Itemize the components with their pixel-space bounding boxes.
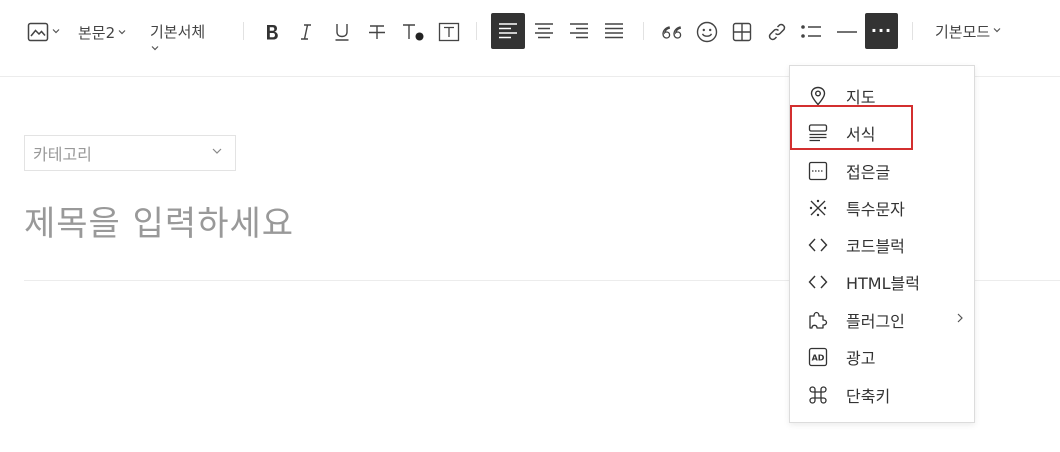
menu-item-html-block[interactable]: HTML블럭 <box>790 265 974 299</box>
chevron-down-icon <box>993 28 1001 33</box>
code-icon <box>808 238 828 252</box>
paragraph-style-label: 본문2 <box>78 23 116 42</box>
text-background-icon <box>438 22 460 42</box>
menu-item-map[interactable]: 지도 <box>790 79 974 113</box>
svg-text:AD: AD <box>812 354 825 363</box>
chevron-down-icon <box>118 30 126 35</box>
more-button[interactable]: ··· <box>865 13 898 49</box>
category-select[interactable]: 카테고리 <box>24 135 236 171</box>
quote-icon <box>662 26 682 39</box>
menu-item-code-block[interactable]: 코드블럭 <box>790 228 974 262</box>
smiley-icon <box>696 21 718 43</box>
bold-icon <box>267 25 278 40</box>
horizontal-line-icon <box>837 31 857 33</box>
align-center-icon <box>535 23 553 39</box>
menu-item-label: HTML블럭 <box>846 274 920 293</box>
font-family-label: 기본서체 <box>150 23 206 41</box>
italic-icon <box>301 24 311 40</box>
menu-item-special-char[interactable]: 특수문자 <box>790 191 974 225</box>
font-family-dropdown[interactable]: 기본서체 <box>150 20 220 60</box>
quote-button[interactable] <box>659 19 685 45</box>
chevron-right-icon <box>957 313 963 323</box>
align-justify-icon <box>605 23 623 39</box>
menu-item-label: 광고 <box>846 349 876 368</box>
menu-item-plugin[interactable]: 플러그인 <box>790 303 974 337</box>
toolbar-divider <box>912 22 913 40</box>
template-icon <box>808 124 828 142</box>
ad-icon: AD <box>808 347 828 367</box>
bold-button[interactable] <box>260 19 284 45</box>
menu-item-template[interactable]: 서식 <box>790 116 974 150</box>
image-icon <box>27 22 48 42</box>
toolbar-divider <box>643 22 644 40</box>
strikethrough-icon <box>369 25 385 39</box>
category-placeholder: 카테고리 <box>33 145 92 164</box>
menu-item-shortcut[interactable]: 단축키 <box>790 378 974 412</box>
title-input[interactable]: 제목을 입력하세요 <box>24 196 294 245</box>
link-icon <box>768 23 786 41</box>
command-icon <box>809 386 827 404</box>
menu-item-label: 코드블럭 <box>846 237 905 256</box>
align-left-icon <box>499 23 517 39</box>
chevron-down-icon <box>52 29 59 34</box>
text-color-button[interactable] <box>400 19 426 45</box>
menu-item-label: 단축키 <box>846 387 891 406</box>
list-button[interactable] <box>798 19 824 45</box>
text-background-button[interactable] <box>436 19 462 45</box>
mode-dropdown[interactable]: 기본모드 <box>935 19 1001 43</box>
menu-item-label: 서식 <box>846 125 876 144</box>
align-right-icon <box>570 23 588 39</box>
puzzle-icon <box>809 311 828 329</box>
toolbar-divider <box>243 22 244 40</box>
menu-item-ad[interactable]: AD 광고 <box>790 340 974 374</box>
chevron-down-icon <box>151 46 159 51</box>
bullet-list-icon <box>801 25 821 38</box>
align-right-button[interactable] <box>565 13 593 49</box>
more-menu: 지도 서식 접은글 특수문자 코드블럭 HTML블럭 플러그인 AD 광고 단축… <box>789 65 975 423</box>
menu-item-label: 지도 <box>846 88 876 107</box>
text-color-icon <box>403 24 424 41</box>
menu-item-label: 접은글 <box>846 163 891 182</box>
strikethrough-button[interactable] <box>365 19 389 45</box>
special-char-icon <box>809 199 827 217</box>
fold-icon <box>808 161 828 181</box>
mode-label: 기본모드 <box>935 22 991 41</box>
map-pin-icon <box>810 86 826 106</box>
more-icon: ··· <box>870 20 893 40</box>
emoji-button[interactable] <box>694 19 720 45</box>
align-center-button[interactable] <box>530 13 558 49</box>
table-button[interactable] <box>729 19 755 45</box>
html-code-icon <box>808 275 828 289</box>
menu-item-label: 플러그인 <box>846 312 905 331</box>
link-button[interactable] <box>764 19 790 45</box>
underline-button[interactable] <box>330 19 354 45</box>
italic-button[interactable] <box>294 19 318 45</box>
menu-item-label: 특수문자 <box>846 200 905 219</box>
paragraph-style-dropdown[interactable]: 본문2 <box>78 20 126 44</box>
underline-icon <box>335 24 349 41</box>
menu-item-fold[interactable]: 접은글 <box>790 154 974 188</box>
toolbar-divider <box>476 22 477 40</box>
table-icon <box>732 22 752 42</box>
chevron-down-icon <box>212 148 222 154</box>
image-insert-button[interactable] <box>24 20 62 44</box>
align-left-button[interactable] <box>491 13 525 49</box>
align-justify-button[interactable] <box>600 13 628 49</box>
horizontal-rule-button[interactable] <box>834 19 860 45</box>
